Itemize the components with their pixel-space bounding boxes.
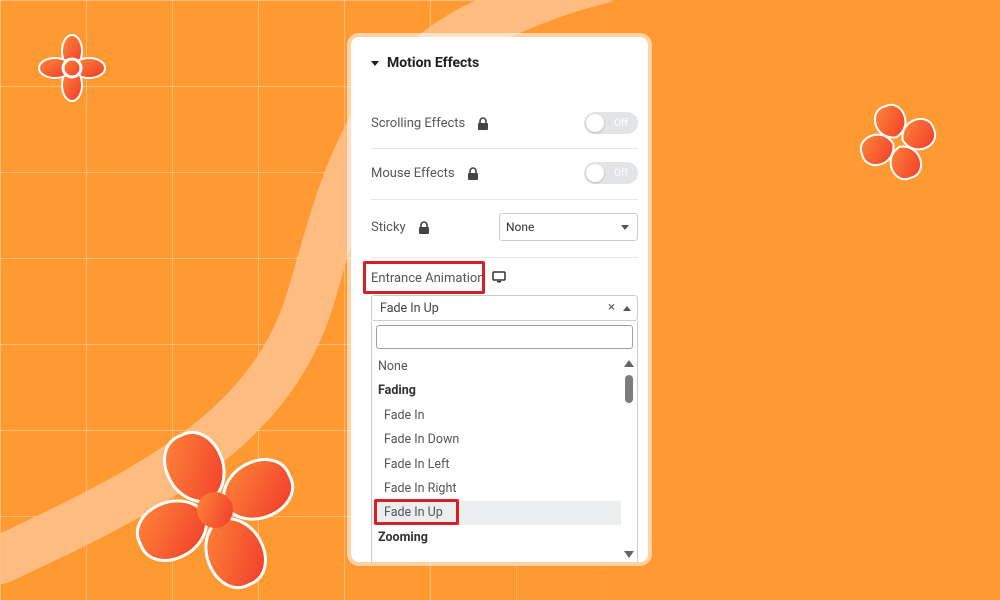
scroll-down-icon[interactable] <box>624 551 634 558</box>
divider <box>371 148 638 149</box>
entrance-animation-dropdown: None Fading Fade In Fade In Down Fade In… <box>371 321 638 562</box>
highlight-frame-option <box>374 499 459 525</box>
sticky-select[interactable]: None <box>499 213 638 241</box>
lock-icon <box>478 116 489 130</box>
clear-icon[interactable]: × <box>608 300 615 315</box>
sticky-value: None <box>506 220 535 234</box>
scrollbar-thumb[interactable] <box>625 375 633 403</box>
option-fade-in-right[interactable]: Fade In Right <box>384 481 456 496</box>
divider <box>371 257 638 258</box>
caret-down-icon <box>371 60 379 66</box>
option-fade-in-left[interactable]: Fade In Left <box>384 457 449 472</box>
group-zooming: Zooming <box>378 530 428 545</box>
flower-right <box>859 103 937 181</box>
scroll-up-icon[interactable] <box>624 360 634 367</box>
sticky-label: Sticky <box>371 219 406 235</box>
scrolling-effects-row: Scrolling Effects Off <box>371 112 638 134</box>
motion-effects-header[interactable]: Motion Effects <box>371 55 479 71</box>
divider <box>371 199 638 200</box>
desktop-icon[interactable] <box>492 271 506 283</box>
entrance-animation-select[interactable]: Fade In Up × <box>371 295 638 321</box>
section-title: Motion Effects <box>387 55 480 71</box>
mouse-effects-label: Mouse Effects <box>371 165 455 181</box>
entrance-animation-selected: Fade In Up <box>380 300 439 316</box>
toggle-state: Off <box>614 167 628 179</box>
chevron-down-icon <box>621 225 629 230</box>
option-fade-in-down[interactable]: Fade In Down <box>384 432 459 447</box>
mouse-effects-row: Mouse Effects Off <box>371 162 638 184</box>
toggle-state: Off <box>614 117 628 129</box>
option-fade-in[interactable]: Fade In <box>384 408 425 423</box>
scrolling-effects-toggle[interactable]: Off <box>584 112 638 134</box>
highlight-frame-label <box>363 261 485 294</box>
mouse-effects-toggle[interactable]: Off <box>584 162 638 184</box>
chevron-up-icon <box>623 306 631 311</box>
toggle-knob <box>586 164 604 182</box>
scrolling-effects-label: Scrolling Effects <box>371 115 466 131</box>
lock-icon <box>418 220 429 234</box>
group-fading: Fading <box>378 383 416 398</box>
toggle-knob <box>586 114 604 132</box>
dropdown-search-input[interactable] <box>376 325 633 349</box>
lock-icon <box>467 166 478 180</box>
motion-effects-panel: Motion Effects Scrolling Effects Off Mou… <box>351 37 648 562</box>
sticky-row: Sticky None <box>371 213 638 241</box>
option-none[interactable]: None <box>378 359 408 374</box>
small-flower-topleft <box>38 34 106 102</box>
